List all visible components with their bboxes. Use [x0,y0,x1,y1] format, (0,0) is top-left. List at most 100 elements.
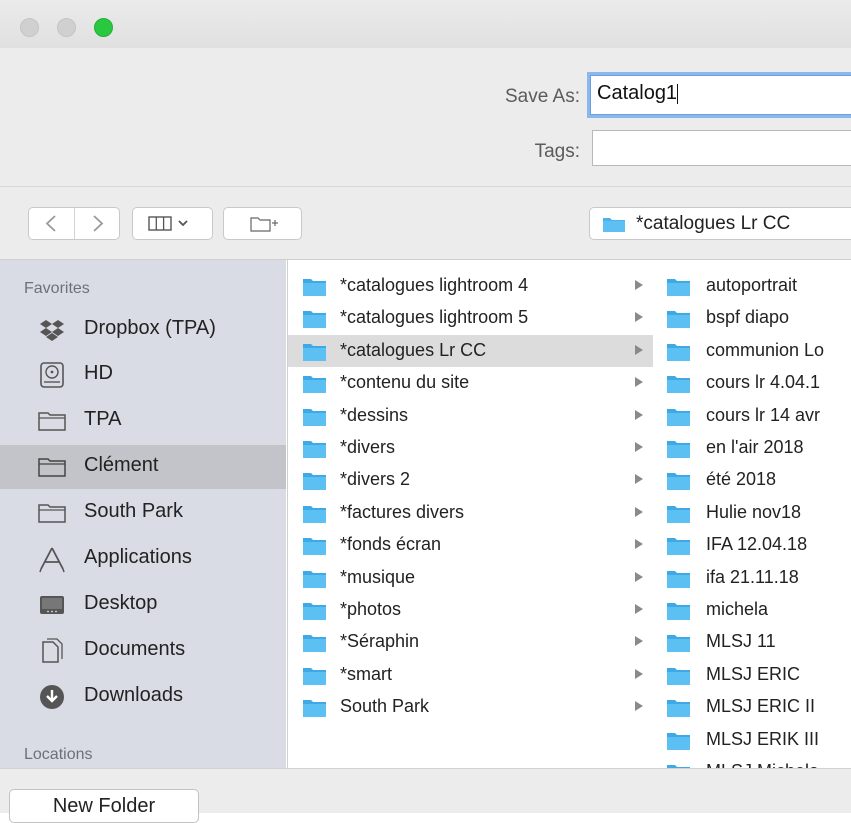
list-item-label: *musique [340,566,416,587]
minimize-button[interactable] [57,18,76,37]
list-item[interactable]: *catalogues lightroom 5 [288,302,653,334]
list-item[interactable]: communion Lo [653,335,851,367]
folder-icon [303,441,326,458]
new-folder-toolbar-button[interactable] [223,207,302,240]
list-item-label: communion Lo [706,339,825,360]
list-item[interactable]: Hulie nov18 [653,497,851,529]
list-item[interactable]: *catalogues Lr CC [288,334,653,367]
folder-icon [667,505,690,523]
folder-icon [303,376,326,394]
list-item-label: cours lr 14 avr [706,404,821,425]
column-view-icon [148,216,188,231]
bottom-bar: New Folder [0,768,851,823]
list-item[interactable]: *dessins [288,400,653,432]
folder-icon [667,311,690,329]
sidebar-item-applications[interactable]: Applications [0,537,286,581]
list-item[interactable]: *catalogues lightroom 4 [288,270,653,302]
folder-icon [38,412,66,431]
list-item-label: *catalogues lightroom 4 [340,275,529,295]
list-item-label: en l'air 2018 [706,437,804,457]
list-item[interactable]: *photos [288,594,653,626]
list-item[interactable]: cours lr 14 avr [653,400,851,432]
folder-icon [303,570,326,588]
folder-icon [667,473,690,491]
back-forward-group [28,207,120,240]
sidebar-item-clement[interactable]: Clément [0,445,286,489]
save-as-label: Save As: [505,86,580,107]
close-button[interactable] [20,18,39,37]
folder-icon [667,700,690,718]
sidebar-item-south-park[interactable]: South Park [0,491,286,535]
list-item[interactable]: *divers [288,432,653,464]
folder-icon [303,505,326,523]
list-item-label: *Séraphin [340,631,420,652]
disclosure-arrow-icon [635,312,643,323]
list-item[interactable]: cours lr 4.04.1 [653,367,851,399]
sidebar-item-desktop[interactable]: Desktop [0,583,286,627]
disclosure-arrow-icon [635,506,643,517]
list-item-label: *catalogues lightroom 5 [340,307,529,328]
folder-icon [303,343,326,361]
list-item[interactable]: MLSJ ERIK III [653,724,851,756]
locations-header: Locations [24,746,93,763]
folder-icon [667,538,690,556]
list-item[interactable]: IFA 12.04.18 [653,529,851,561]
list-item-label: ifa 21.11.18 [706,566,799,587]
list-item-label: Hulie nov18 [706,501,802,522]
sidebar-item-label: Desktop [84,592,158,614]
list-item[interactable]: *smart [288,659,653,691]
list-item[interactable]: *Séraphin [288,626,653,658]
list-item[interactable]: *musique [288,562,653,594]
save-as-field[interactable]: Catalog1 [590,75,851,115]
sidebar-item-label: TPA [84,408,122,430]
folder-icon [667,570,690,588]
location-popup[interactable]: *catalogues Lr CC [589,207,851,240]
sidebar-item-label: Dropbox (TPA) [84,317,216,339]
list-item-label: autoportrait [706,275,798,295]
back-button[interactable] [29,208,75,239]
forward-button[interactable] [75,208,120,239]
list-item[interactable]: ifa 21.11.18 [653,562,851,594]
sidebar-item-documents[interactable]: Documents [0,629,286,673]
list-item-label: IFA 12.04.18 [706,534,808,555]
folder-icon [303,667,326,685]
folder-icon [38,458,66,477]
list-item-label: cours lr 4.04.1 [706,372,821,393]
folder-icon [303,408,326,426]
list-item[interactable]: été 2018 [653,464,851,496]
folder-icon [303,635,326,653]
view-mode-button[interactable] [132,207,213,240]
tags-label: Tags: [534,141,580,162]
new-folder-button[interactable]: New Folder [9,789,199,823]
disclosure-arrow-icon [635,344,643,355]
list-item-label: bspf diapo [706,307,790,328]
list-item[interactable]: MLSJ ERIC II [653,691,851,723]
list-item[interactable]: MLSJ Michela [653,756,851,768]
folder-icon [603,218,625,232]
disclosure-arrow-icon [635,668,643,679]
list-item[interactable]: michela [653,594,851,626]
list-item[interactable]: MLSJ ERIC [653,659,851,691]
list-item[interactable]: *contenu du site [288,367,653,399]
sidebar-item-hd[interactable]: HD [0,353,286,397]
folder-icon [303,603,326,620]
favorites-header: Favorites [24,280,90,297]
sidebar-item-downloads[interactable]: Downloads [0,675,286,719]
list-item[interactable]: South Park [288,691,653,723]
sidebar-item-dropbox[interactable]: Dropbox (TPA) [0,308,286,352]
tags-field[interactable] [592,130,851,166]
list-item[interactable]: *fonds écran [288,529,653,561]
list-item[interactable]: en l'air 2018 [653,432,851,464]
list-item[interactable]: *divers 2 [288,464,653,496]
downloads-icon [40,685,64,709]
list-item[interactable]: autoportrait [653,270,851,302]
list-item[interactable]: bspf diapo [653,302,851,334]
zoom-button[interactable] [94,18,113,37]
list-item-label: *catalogues Lr CC [340,339,487,360]
sidebar-item-tpa[interactable]: TPA [0,399,286,443]
applications-icon [39,547,65,573]
list-item[interactable]: MLSJ 11 [653,626,851,658]
disclosure-arrow-icon [635,280,643,290]
sidebar-item-label: South Park [84,500,183,522]
list-item[interactable]: *factures divers [288,497,653,529]
